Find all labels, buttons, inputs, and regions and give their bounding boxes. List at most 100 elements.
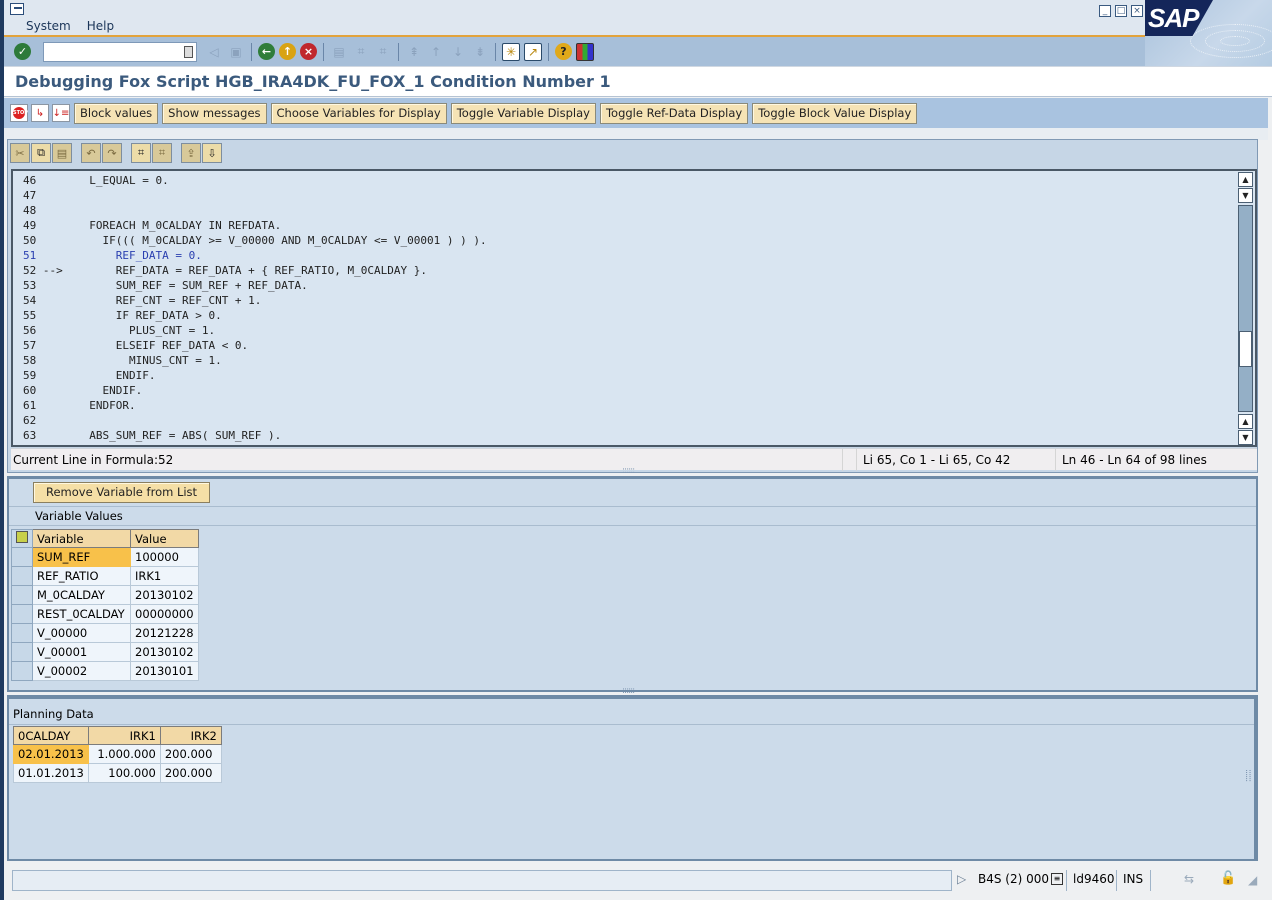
code-line[interactable]: 56 PLUS_CNT = 1. (23, 323, 487, 338)
scroll-down-icon[interactable]: ▼ (1238, 188, 1253, 203)
code-line[interactable]: 54 REF_CNT = REF_CNT + 1. (23, 293, 487, 308)
insert-mode[interactable]: INS (1116, 870, 1150, 891)
next-page-icon[interactable]: ↓ (449, 43, 467, 61)
code-line[interactable]: 63 ABS_SUM_REF = ABS( SUM_REF ). (23, 428, 487, 443)
code-view[interactable]: 46 L_EQUAL = 0. 47 48 49 FOREACH M_0CALDA… (11, 169, 1257, 447)
variable-name[interactable]: REF_RATIO (32, 566, 131, 586)
variable-value[interactable]: 20130102 (130, 585, 199, 605)
calday-cell[interactable]: 02.01.2013 (13, 744, 89, 764)
irk2-cell[interactable]: 200.000 (159, 763, 222, 783)
irk1-cell[interactable]: 100.000 (87, 763, 161, 783)
code-line[interactable]: 61 ENDFOR. (23, 398, 487, 413)
find-next-icon[interactable]: ⌗ (374, 43, 392, 61)
resize-grip-icon[interactable]: ◢ (1248, 873, 1257, 887)
first-page-icon[interactable]: ⇞ (405, 43, 423, 61)
menu-help[interactable]: Help (87, 19, 114, 33)
column-header-0calday[interactable]: 0CALDAY (13, 726, 89, 745)
find-icon[interactable]: ⌗ (352, 43, 370, 61)
paste-icon[interactable]: ▤ (52, 143, 72, 163)
variable-name[interactable]: V_00002 (32, 661, 131, 681)
variable-row[interactable]: M_0CALDAY 20130102 (11, 585, 199, 605)
cut-icon[interactable]: ✂ (10, 143, 30, 163)
upload-icon[interactable]: ⇪ (181, 143, 201, 163)
menu-system[interactable]: System (26, 19, 71, 33)
row-selector[interactable] (11, 566, 33, 586)
toggle-block-value-display-button[interactable]: Toggle Block Value Display (752, 102, 918, 124)
variable-row[interactable]: SUM_REF 100000 (11, 547, 199, 567)
row-selector[interactable] (11, 623, 33, 643)
stop-icon[interactable]: STOP (10, 104, 28, 122)
customize-layout-icon[interactable] (576, 42, 594, 61)
irk1-cell[interactable]: 1.000.000 (87, 744, 161, 764)
scroll-down-icon[interactable]: ▼ (1238, 430, 1253, 445)
redo-icon[interactable]: ↷ (102, 143, 122, 163)
variable-name[interactable]: V_00001 (32, 642, 131, 662)
variable-value[interactable]: 20130102 (130, 642, 199, 662)
back-arrow-icon[interactable]: ◁ (205, 43, 223, 61)
column-header-irk1[interactable]: IRK1 (87, 726, 161, 745)
code-scrollbar[interactable]: ▲ ▼ ▲ ▼ (1238, 172, 1253, 445)
command-field[interactable] (43, 41, 197, 62)
find-icon[interactable]: ⌗ (131, 143, 151, 163)
code-line[interactable]: 51 REF_DATA = 0. (23, 248, 487, 263)
choose-variables-button[interactable]: Choose Variables for Display (270, 102, 447, 124)
close-icon[interactable]: × (1131, 5, 1143, 17)
toggle-ref-data-display-button[interactable]: Toggle Ref-Data Display (599, 102, 749, 124)
splitter-handle[interactable]: :::::: (622, 466, 635, 476)
row-selector[interactable] (11, 547, 33, 567)
back-icon[interactable]: ← (258, 43, 275, 60)
shortcut-icon[interactable]: ↗ (524, 42, 542, 61)
variable-value[interactable]: 00000000 (130, 604, 199, 624)
select-all-icon[interactable] (11, 529, 33, 548)
code-line[interactable]: 49 FOREACH M_0CALDAY IN REFDATA. (23, 218, 487, 233)
scroll-thumb[interactable] (1239, 331, 1252, 367)
variable-name[interactable]: V_00000 (32, 623, 131, 643)
copy-icon[interactable]: ⧉ (31, 143, 51, 163)
find-next-icon[interactable]: ⌗ (152, 143, 172, 163)
exit-icon[interactable]: ↑ (279, 43, 296, 60)
code-line[interactable]: 55 IF REF_DATA > 0. (23, 308, 487, 323)
code-line[interactable]: 60 ENDIF. (23, 383, 487, 398)
step-into-icon[interactable]: ↳ (31, 104, 49, 122)
irk2-cell[interactable]: 200.000 (159, 744, 222, 764)
column-header-irk2[interactable]: IRK2 (159, 726, 222, 745)
command-history-icon[interactable] (184, 45, 193, 58)
minimize-icon[interactable]: _ (1099, 5, 1111, 17)
remove-variable-button[interactable]: Remove Variable from List (33, 482, 211, 503)
variable-value[interactable]: IRK1 (130, 566, 199, 586)
previous-page-icon[interactable]: ↑ (427, 43, 445, 61)
maximize-icon[interactable]: □ (1115, 5, 1127, 17)
vertical-splitter-handle[interactable]: :::::: (1243, 769, 1253, 781)
code-line[interactable]: 47 (23, 188, 487, 203)
code-line[interactable]: 52 --> REF_DATA = REF_DATA + { REF_RATIO… (23, 263, 487, 278)
variable-value[interactable]: 100000 (130, 547, 199, 567)
download-icon[interactable]: ⇩ (202, 143, 222, 163)
calday-cell[interactable]: 01.01.2013 (13, 763, 89, 783)
planning-row[interactable]: 02.01.2013 1.000.000 200.000 (13, 744, 222, 764)
security-lock-icon[interactable]: 🔓 (1220, 871, 1236, 886)
variable-value[interactable]: 20121228 (130, 623, 199, 643)
planning-row[interactable]: 01.01.2013 100.000 200.000 (13, 763, 222, 783)
enter-icon[interactable]: ✓ (14, 43, 31, 60)
code-line[interactable]: 59 ENDIF. (23, 368, 487, 383)
print-icon[interactable]: ▤ (330, 43, 348, 61)
variable-row[interactable]: V_00001 20130102 (11, 642, 199, 662)
variable-name[interactable]: SUM_REF (32, 547, 131, 567)
help-icon[interactable]: ? (555, 43, 572, 60)
save-icon[interactable]: ▣ (227, 43, 245, 61)
row-selector[interactable] (11, 585, 33, 605)
system-menu-icon[interactable] (10, 3, 24, 15)
column-header-variable[interactable]: Variable (32, 529, 131, 548)
system-info-icon[interactable]: ≡ (1051, 873, 1063, 885)
block-values-button[interactable]: Block values (74, 102, 159, 124)
scroll-up-icon[interactable]: ▲ (1238, 414, 1253, 429)
code-line[interactable]: 50 IF((( M_0CALDAY >= V_00000 AND M_0CAL… (23, 233, 487, 248)
last-page-icon[interactable]: ⇟ (471, 43, 489, 61)
create-session-icon[interactable]: ✳ (502, 42, 520, 61)
variable-value[interactable]: 20130101 (130, 661, 199, 681)
variable-row[interactable]: REF_RATIO IRK1 (11, 566, 199, 586)
row-selector[interactable] (11, 642, 33, 662)
variable-row[interactable]: REST_0CALDAY 00000000 (11, 604, 199, 624)
code-line[interactable]: 57 ELSEIF REF_DATA < 0. (23, 338, 487, 353)
code-line[interactable]: 58 MINUS_CNT = 1. (23, 353, 487, 368)
